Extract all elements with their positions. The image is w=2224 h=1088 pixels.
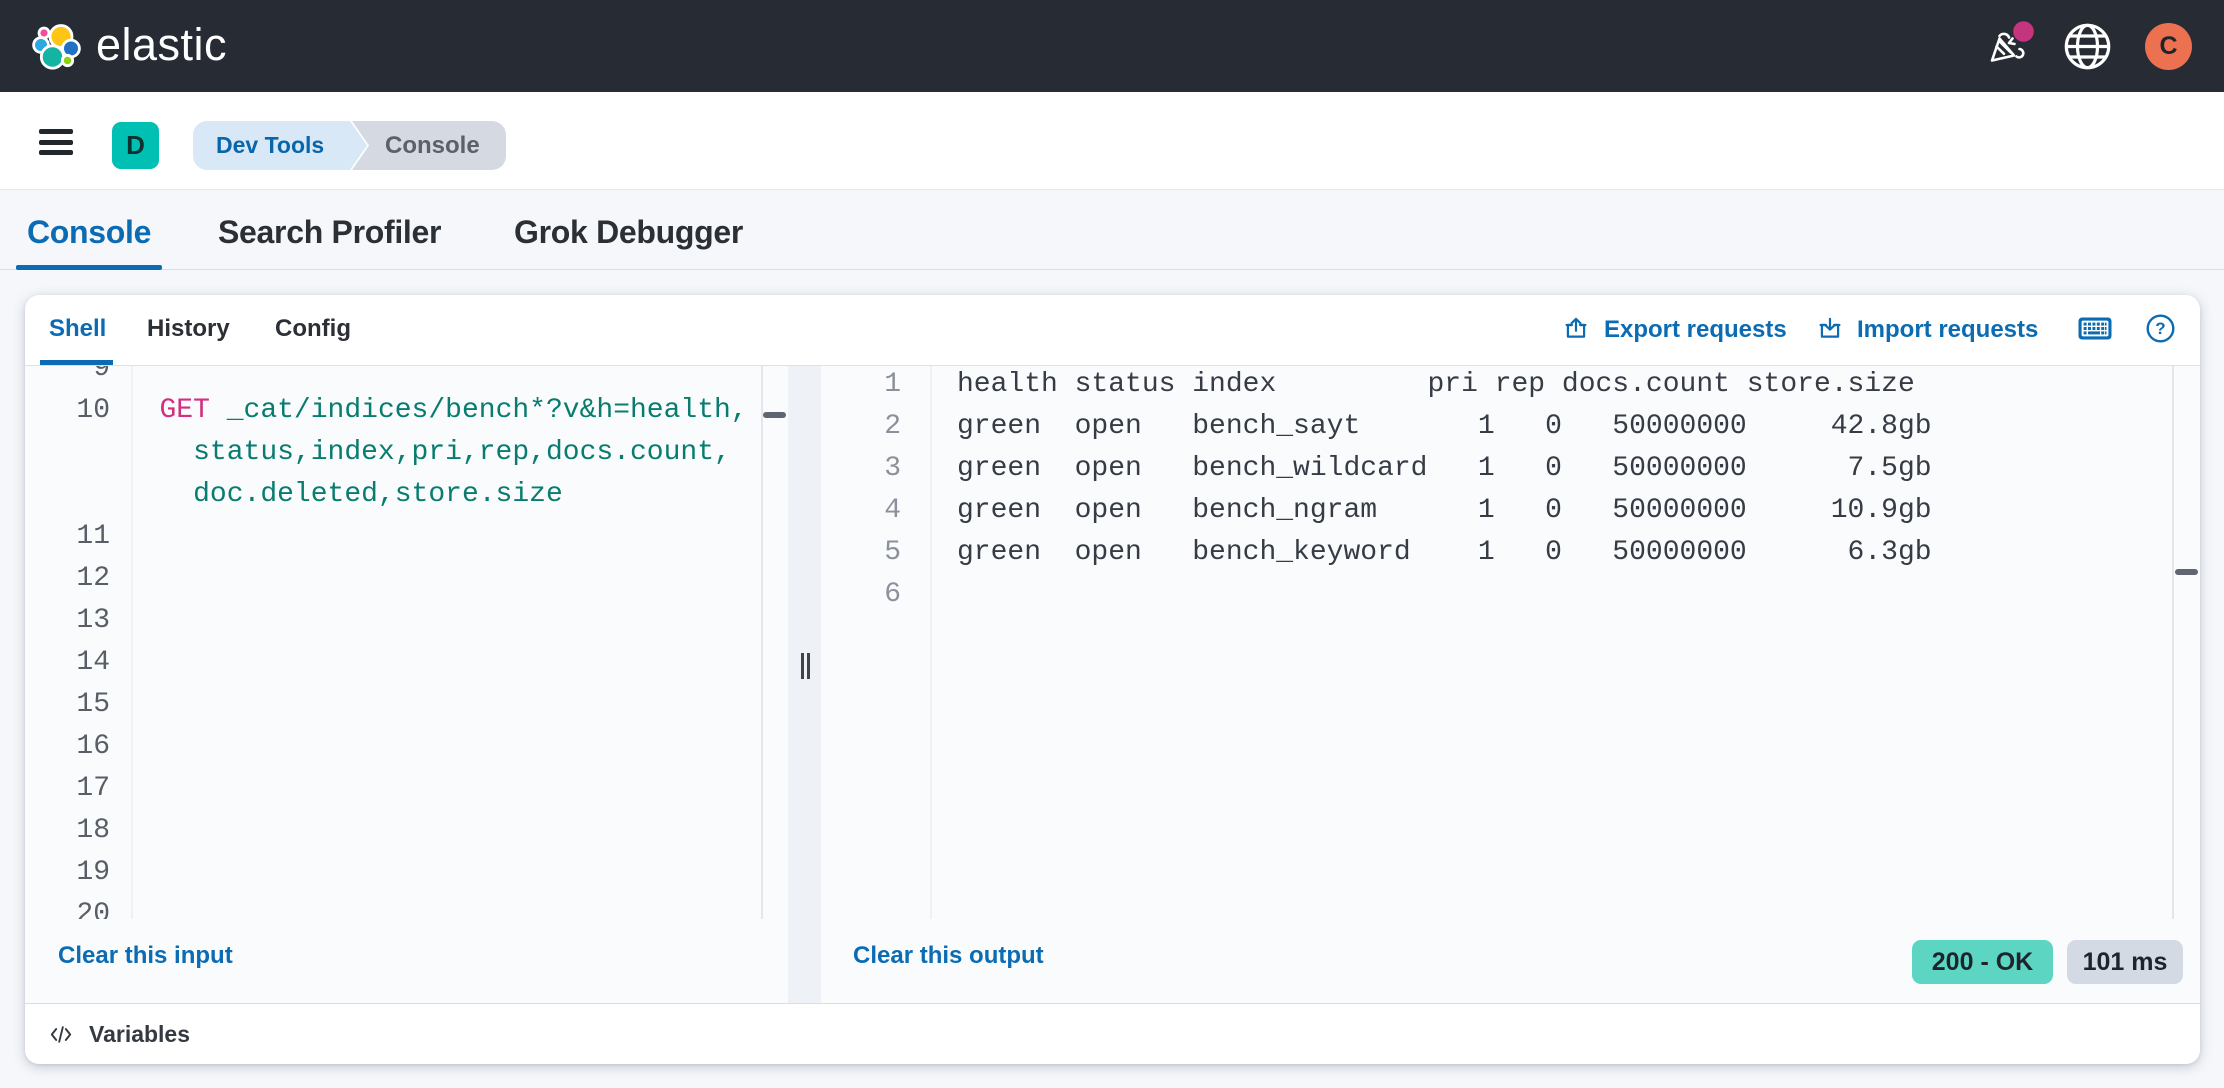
svg-text:?: ? (2155, 319, 2165, 338)
